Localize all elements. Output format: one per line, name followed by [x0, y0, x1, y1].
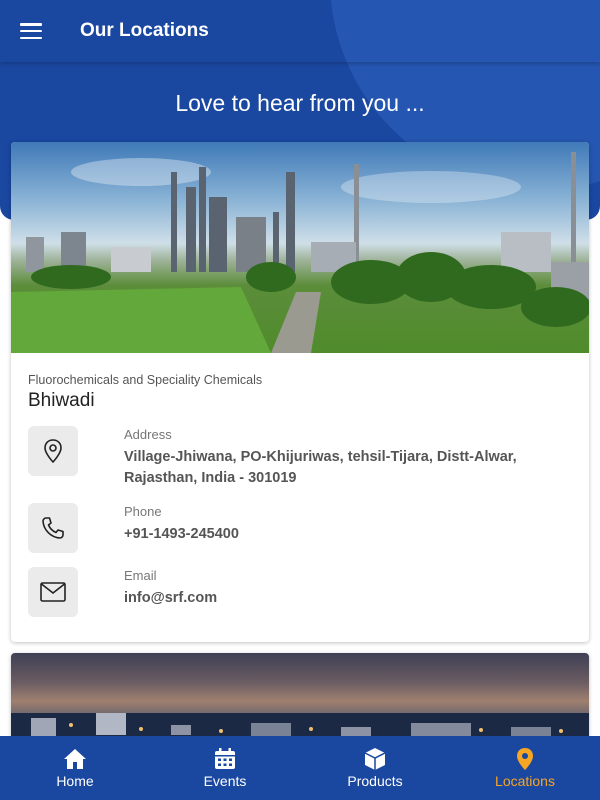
calendar-icon	[215, 748, 235, 769]
email-row: Email info@srf.com	[28, 567, 573, 617]
address-value: Village-Jhiwana, PO-Khijuriwas, tehsil-T…	[124, 449, 517, 486]
nav-events-label: Events	[203, 773, 247, 789]
factory-photo-illustration	[11, 152, 589, 353]
email-value: info@srf.com	[124, 590, 218, 606]
email-label: Email	[124, 568, 157, 583]
app-bar: Our Locations	[0, 0, 600, 62]
nav-products-label: Products	[347, 773, 403, 789]
nav-products[interactable]: Products	[300, 736, 450, 800]
envelope-icon	[40, 582, 66, 602]
email-button[interactable]	[28, 567, 78, 617]
phone-icon	[42, 517, 64, 539]
nav-home[interactable]: Home	[0, 736, 150, 800]
location-name: Bhiwadi	[28, 390, 95, 411]
address-button[interactable]	[28, 426, 78, 476]
hero-tagline: Love to hear from you ...	[175, 90, 425, 116]
nav-events[interactable]: Events	[150, 736, 300, 800]
location-category: Fluorochemicals and Speciality Chemicals	[28, 373, 263, 387]
home-icon	[64, 749, 86, 769]
phone-row: Phone +91-1493-245400	[28, 503, 573, 553]
box-icon	[364, 748, 386, 770]
nav-home-label: Home	[56, 773, 94, 789]
hamburger-menu-icon	[20, 23, 42, 39]
address-label: Address	[124, 427, 172, 442]
bottom-navigation: Home Events Products Locations	[0, 736, 600, 800]
phone-button[interactable]	[28, 503, 78, 553]
phone-value: +91-1493-245400	[124, 526, 239, 542]
location-card: Fluorochemicals and Speciality Chemicals…	[11, 142, 589, 642]
page-title: Our Locations	[80, 20, 209, 41]
map-pin-icon	[44, 439, 62, 464]
phone-label: Phone	[124, 504, 162, 519]
location-photo	[11, 142, 589, 353]
menu-button[interactable]	[0, 0, 62, 62]
nav-locations[interactable]: Locations	[450, 736, 600, 800]
address-row: Address Village-Jhiwana, PO-Khijuriwas, …	[28, 426, 573, 489]
nav-locations-label: Locations	[495, 773, 555, 789]
location-pin-icon	[517, 748, 533, 770]
